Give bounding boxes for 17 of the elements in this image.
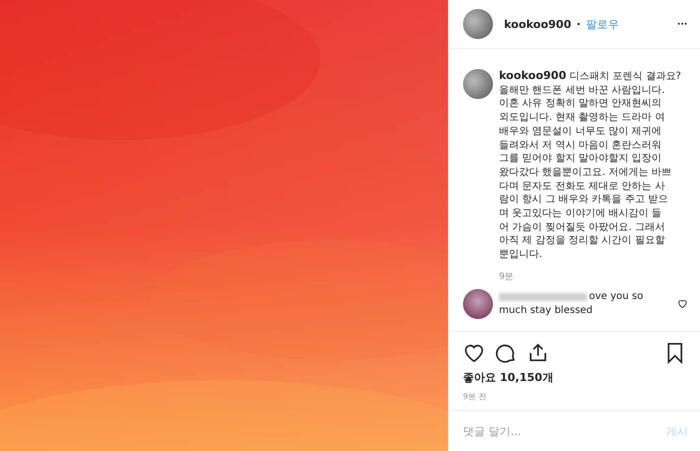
heart-icon[interactable] [463,342,485,364]
avatar[interactable] [463,9,493,39]
comment-field[interactable]: 댓글 달기... [463,424,666,438]
share-icon[interactable] [527,342,549,364]
post-time: 9분 전 [463,391,488,402]
like-count[interactable]: 좋아요 10,150개 [463,370,686,385]
timestamp: 9분 [499,270,515,283]
separator-dot: • [576,20,581,28]
heart-icon[interactable] [677,298,688,310]
username-link[interactable]: kookoo900 [499,69,566,82]
avatar[interactable] [463,288,493,319]
username-link[interactable]: kookoo900 [504,18,572,30]
avatar[interactable] [463,69,493,99]
comment-text: ove you so [589,290,644,304]
comment-text: much stay blessed [499,304,593,318]
comment-icon[interactable] [495,342,517,364]
caption-text: kookoo900 디스패치 포렌식 결과요? 올해만 핸드폰 세번 바꾼 사람입니다. 이혼 사유 정확히 말하면 안재현씨의 외도입니다. 현재 촬영하는 드라마 여 배우와 염문설이 너무도 많이 제귀에 들려와서 저 역시 마음이 혼란스러워 그를 믿어야 할지 말아야할지 입장이 왔다갔다 했을뿐이고요. 저에게는 바쁘 다며 문자도 전화도 제대로 안하는 사 람이 항시 그 배우와 카톡을 주고 받으 며 웃고있다는 이야기에 배시감이 들 어 가슴이 찢어질듯 아팠어요. 그래서 아직 제 감정을 정리할 시간이 필요할 뿐입니다. [499,69,682,262]
